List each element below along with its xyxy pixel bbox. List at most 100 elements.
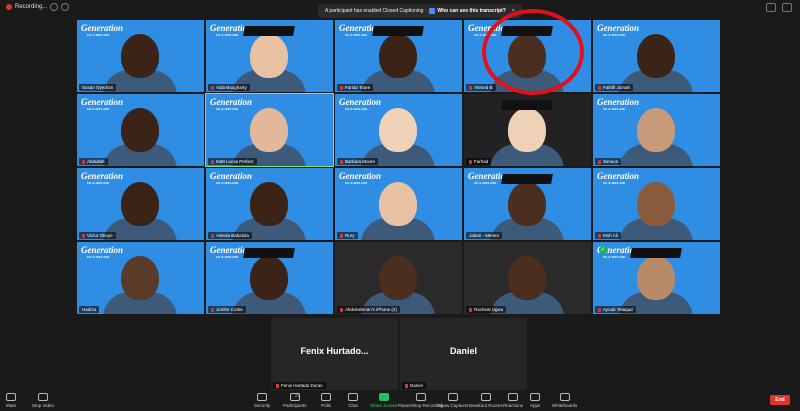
muted-mic-icon <box>469 307 472 312</box>
participant-tile[interactable]: Abdulrahman's iPhone (2) <box>335 242 462 314</box>
participant-tile[interactable]: Generation UK & IRELAND Hadiza <box>77 242 204 314</box>
participant-video-face <box>637 34 675 78</box>
participant-display-name: Fenix Hurtado... <box>300 346 369 356</box>
logo-main: Generation <box>597 97 640 107</box>
participant-name-label: Abdullah <box>79 158 108 165</box>
participant-tile[interactable]: Racheal Ugwu <box>464 242 591 314</box>
participant-tile[interactable]: Generation UK & IRELAND Ayoub Telaqud <box>593 242 720 314</box>
participant-tile[interactable]: Generation UK & IRELAND Simeon <box>593 94 720 166</box>
participant-name-text: Rory <box>345 233 355 238</box>
stop-video-button[interactable]: Stop Video <box>32 393 54 408</box>
participant-video-face <box>637 256 675 300</box>
apps-button[interactable]: Apps <box>530 393 540 408</box>
participant-tile[interactable]: Generation UK & IRELAND Aida Baugharty <box>206 20 333 92</box>
breakout-rooms-label: Breakout Rooms <box>469 403 503 408</box>
muted-mic-icon <box>82 233 85 238</box>
highlight-circle <box>482 9 584 95</box>
muted-mic-icon <box>469 159 472 164</box>
end-button[interactable]: End <box>770 395 790 405</box>
stop-icon[interactable] <box>61 3 70 11</box>
participant-video-face <box>508 108 546 152</box>
polls-label: Polls <box>321 403 331 408</box>
participant-video-face <box>508 256 546 300</box>
participant-tile[interactable]: Generation UK & IRELAND Adeola Babalola <box>206 168 333 240</box>
muted-mic-icon <box>211 233 214 238</box>
logo-main: Generation <box>81 97 124 107</box>
generation-logo: Generation UK & IRELAND <box>81 171 123 185</box>
participant-name-text: Moh Ali <box>603 233 618 238</box>
participant-name-label: Susan Oyedran <box>79 84 117 91</box>
participant-tile[interactable]: Generation UK & IRELAND Abdullah <box>77 94 204 166</box>
participant-tile-daniel[interactable]: Daniel Daniel <box>400 318 527 390</box>
participant-video-face <box>637 182 675 226</box>
muted-mic-icon <box>82 159 85 164</box>
gallery-grid: Generation UK & IRELAND Susan Oyedran Gener… <box>77 20 721 316</box>
apps-icon <box>530 393 541 401</box>
breakout-rooms-button[interactable]: Breakout Rooms <box>469 393 503 408</box>
participant-name-text: Ahmed B <box>474 85 493 90</box>
mute-button[interactable]: Mute <box>6 393 16 408</box>
transcript-link-label: Who can see this transcript? <box>437 8 506 14</box>
participant-video-face <box>379 256 417 300</box>
logo-sub: UK & IRELAND <box>87 107 110 111</box>
participant-tile[interactable]: Generation UK & IRELAND Fathifi Jumah <box>593 20 720 92</box>
participant-video-face <box>250 256 288 300</box>
apps-label: Apps <box>530 403 541 408</box>
logo-sub: UK & IRELAND <box>345 181 368 185</box>
muted-mic-icon <box>211 85 214 90</box>
participant-name-text: Jabari - Mentor <box>469 233 500 238</box>
participant-name-text: Fathifi Jumah <box>603 85 631 90</box>
share-screen-button[interactable]: Share Screen <box>370 393 398 408</box>
logo-sub: UK & IRELAND <box>87 255 110 259</box>
participant-tile[interactable]: Generation UK & IRELAND Susan Oyedran <box>77 20 204 92</box>
participant-tile[interactable]: Generation UK & IRELAND Rory <box>335 168 462 240</box>
reactions-label: Reactions <box>503 403 524 408</box>
participant-name-text: Racheal Ugwu <box>474 307 504 312</box>
caption-notice: A participant has enabled Closed Caption… <box>318 4 522 18</box>
participant-tile[interactable]: Generation UK & IRELAND Barbara Moore <box>335 94 462 166</box>
participant-video-face <box>121 108 159 152</box>
participant-tile[interactable]: Generation UK & IRELAND Matt Lucas Perfect <box>205 93 334 167</box>
view-icon[interactable] <box>782 3 792 12</box>
check-icon: ✓ <box>599 246 607 254</box>
participants-label: Participants <box>283 403 307 408</box>
shield-icon[interactable] <box>766 3 776 12</box>
muted-mic-icon <box>598 233 601 238</box>
graduation-cap-icon <box>243 26 295 36</box>
security-button[interactable]: Security <box>254 393 270 408</box>
participant-tile[interactable]: Generation UK & IRELAND Moh Ali <box>593 168 720 240</box>
logo-main: Generation <box>597 23 640 33</box>
logo-sub: UK & IRELAND <box>603 181 626 185</box>
logo-sub: UK & IRELAND <box>216 107 239 111</box>
polls-button[interactable]: Polls <box>321 393 331 408</box>
muted-mic-icon <box>598 85 601 90</box>
chat-button[interactable]: Chat <box>348 393 358 408</box>
participant-name-text: Adeola Babalola <box>216 233 249 238</box>
participant-tile[interactable]: Generation UK & IRELAND Farida Toure <box>335 20 462 92</box>
participant-tile[interactable]: Generation UK & IRELAND Jabari - Mentor <box>464 168 591 240</box>
meeting-toolbar: Mute Stop Video Security 22 Participants … <box>0 390 800 411</box>
participant-name-label: Jabari - Mentor <box>466 232 503 239</box>
participants-button[interactable]: 22 Participants <box>283 393 307 408</box>
participant-name-label: Racheal Ugwu <box>466 306 507 313</box>
show-captions-button[interactable]: Show Captions <box>438 393 468 408</box>
participant-name-text: Jenifer Corke <box>216 307 243 312</box>
participant-video-face <box>250 108 288 152</box>
muted-mic-icon <box>598 159 601 164</box>
transcript-link[interactable]: Who can see this transcript? <box>429 8 506 14</box>
participant-name-label: Matt Lucas Perfect <box>208 158 257 165</box>
participant-name-text: Ayoub Telaqud <box>603 307 633 312</box>
participant-tile-fenix[interactable]: Fenix Hurtado... Fenix Hurtado Duran <box>271 318 398 390</box>
participant-name-label: Rory <box>337 232 358 239</box>
pause-recording-button[interactable]: Pause/Stop Recording <box>398 393 443 408</box>
generation-logo: Generation UK & IRELAND <box>210 97 252 111</box>
pause-icon[interactable] <box>50 3 59 11</box>
whiteboards-button[interactable]: Whiteboards <box>552 393 577 408</box>
reactions-button[interactable]: Reactions <box>503 393 523 408</box>
logo-main: Generation <box>339 171 382 181</box>
participant-tile[interactable]: Generation UK & IRELAND Victor Okoye <box>77 168 204 240</box>
participant-tile[interactable]: Farhad <box>464 94 591 166</box>
participant-tile[interactable]: Generation UK & IRELAND Jenifer Corke <box>206 242 333 314</box>
muted-mic-icon <box>211 159 214 164</box>
logo-sub: UK & IRELAND <box>216 181 239 185</box>
